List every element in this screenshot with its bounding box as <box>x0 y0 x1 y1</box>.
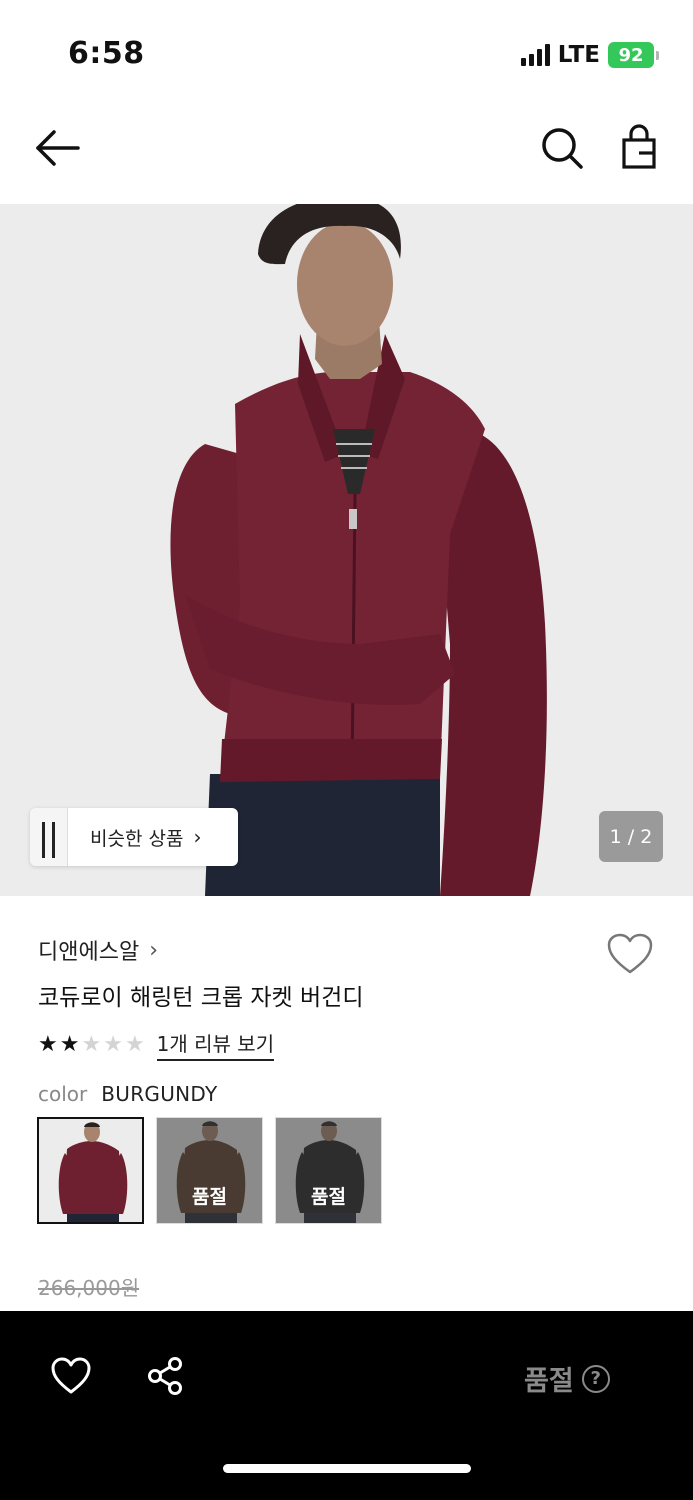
product-photo <box>0 204 693 896</box>
battery-icon: 92 <box>608 42 659 68</box>
wishlist-button[interactable] <box>606 932 654 976</box>
bottom-action-bar: 품절 ? <box>0 1311 693 1500</box>
soldout-label: 품절 <box>524 1366 574 1397</box>
signal-icon <box>520 44 550 66</box>
help-icon[interactable]: ? <box>581 1364 610 1393</box>
image-counter: 1 / 2 <box>599 811 663 862</box>
soldout-status[interactable]: 품절 ? <box>524 1359 610 1398</box>
cart-button[interactable] <box>616 124 662 172</box>
chevron-right-icon: › <box>149 937 159 963</box>
product-image-gallery[interactable]: 비슷한 상품 › 1 / 2 <box>0 204 693 896</box>
share-icon <box>148 1357 182 1395</box>
brand-link[interactable]: 디앤에스알 › <box>38 934 158 966</box>
color-value: BURGUNDY <box>101 1082 218 1106</box>
battery-level: 92 <box>608 42 654 68</box>
similar-products-thumbnail <box>30 808 68 866</box>
similar-products-label: 비슷한 상품 <box>90 827 184 850</box>
soldout-label: 품절 <box>311 1186 346 1208</box>
swatch-thumbnail <box>39 1119 142 1222</box>
search-button[interactable] <box>538 124 586 172</box>
rating-row: ★ ★ ★ ★ ★ 1개 리뷰 보기 <box>38 1028 275 1061</box>
color-swatches: 품절 품절 <box>37 1117 382 1224</box>
color-info: color BURGUNDY <box>38 1082 218 1106</box>
star-filled-icon: ★ <box>59 1031 80 1057</box>
search-icon <box>542 128 583 169</box>
product-title: 코듀로이 해링턴 크롭 자켓 버건디 <box>38 985 364 1011</box>
color-swatch[interactable] <box>37 1117 144 1224</box>
heart-icon <box>607 933 653 974</box>
chevron-right-icon: › <box>193 825 202 849</box>
review-link[interactable]: 1개 리뷰 보기 <box>156 1028 275 1061</box>
similar-products-button[interactable]: 비슷한 상품 › <box>30 808 238 866</box>
star-empty-icon: ★ <box>103 1031 123 1057</box>
arrow-left-icon <box>36 130 80 166</box>
back-button[interactable] <box>32 126 84 170</box>
network-type: LTE <box>557 42 600 68</box>
brand-name: 디앤에스알 <box>38 940 140 965</box>
original-price: 266,000원 <box>38 1276 140 1300</box>
star-empty-icon: ★ <box>124 1031 145 1057</box>
top-nav <box>0 100 693 204</box>
star-filled-icon: ★ <box>38 1031 58 1057</box>
color-swatch[interactable]: 품절 <box>275 1117 382 1224</box>
status-indicators: LTE 92 <box>520 40 659 70</box>
home-indicator <box>223 1464 471 1473</box>
star-rating: ★ ★ ★ ★ ★ <box>38 1031 145 1057</box>
color-swatch[interactable]: 품절 <box>156 1117 263 1224</box>
bottom-wishlist-button[interactable] <box>50 1357 92 1395</box>
status-bar: 6:58 LTE 92 <box>0 0 693 100</box>
star-empty-icon: ★ <box>81 1031 102 1057</box>
shopping-bag-icon <box>622 124 656 169</box>
status-time: 6:58 <box>68 36 145 71</box>
heart-icon <box>51 1357 91 1394</box>
soldout-label: 품절 <box>192 1186 227 1208</box>
share-button[interactable] <box>146 1356 184 1396</box>
color-label: color <box>38 1082 88 1106</box>
